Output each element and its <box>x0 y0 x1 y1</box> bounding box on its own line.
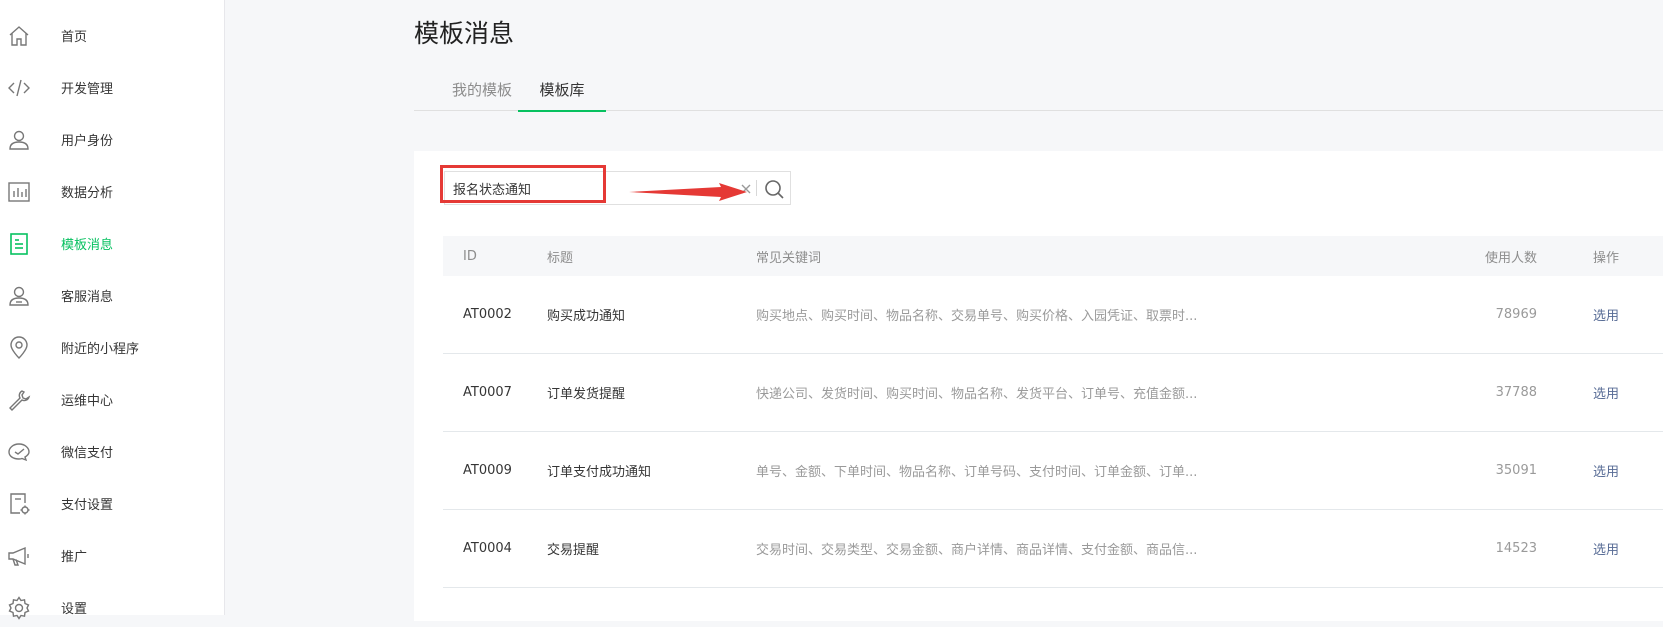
page-title: 模板消息 <box>414 19 515 48</box>
sidebar-item-label: 数据分析 <box>61 185 114 201</box>
row-usage-count: 37788 <box>1495 385 1537 400</box>
table-header: ID 标题 常见关键词 使用人数 操作 <box>443 236 1663 276</box>
sidebar-item-user-identity[interactable]: 用户身份 <box>0 119 225 159</box>
document-icon <box>6 231 32 257</box>
search-divider <box>756 180 757 196</box>
sidebar-item-label: 首页 <box>61 29 88 45</box>
home-icon <box>6 23 32 49</box>
row-title: 订单发货提醒 <box>547 387 626 402</box>
row-id: AT0009 <box>463 463 512 478</box>
customer-service-icon <box>6 283 32 309</box>
table-row: AT0004 交易提醒 交易时间、交易类型、交易金额、商户详情、商品详情、支付金… <box>443 510 1663 588</box>
row-id: AT0002 <box>463 307 512 322</box>
sidebar-item-payment-settings[interactable]: 支付设置 <box>0 483 225 523</box>
sidebar-item-nearby-miniprogram[interactable]: 附近的小程序 <box>0 327 225 367</box>
row-usage-count: 78969 <box>1495 307 1537 322</box>
row-title: 订单支付成功通知 <box>547 465 652 480</box>
sidebar-item-dev-management[interactable]: 开发管理 <box>0 67 225 107</box>
sidebar-item-label: 开发管理 <box>61 81 114 97</box>
select-button[interactable]: 选用 <box>1593 432 1619 509</box>
header-operation: 操作 <box>1593 250 1620 266</box>
template-table: ID 标题 常见关键词 使用人数 操作 AT0002 购买成功通知 购买地点、购… <box>443 236 1663 588</box>
sidebar-item-label: 设置 <box>61 601 88 617</box>
search-box <box>444 171 791 205</box>
sidebar-item-promotion[interactable]: 推广 <box>0 535 225 575</box>
wrench-icon <box>6 387 32 413</box>
sidebar-item-wechat-pay[interactable]: 微信支付 <box>0 431 225 471</box>
sidebar-item-home[interactable]: 首页 <box>0 15 225 55</box>
row-keywords: 交易时间、交易类型、交易金额、商户详情、商品详情、支付金额、商品信... <box>756 543 1198 558</box>
sidebar-item-customer-service[interactable]: 客服消息 <box>0 275 225 315</box>
row-usage-count: 35091 <box>1495 463 1537 478</box>
sidebar-item-settings[interactable]: 设置 <box>0 587 225 627</box>
sidebar-item-template-message[interactable]: 模板消息 <box>0 223 225 263</box>
sidebar-item-label: 运维中心 <box>61 393 114 409</box>
table-row: AT0009 订单支付成功通知 单号、金额、下单时间、物品名称、订单号码、支付时… <box>443 432 1663 510</box>
code-icon <box>6 75 32 101</box>
megaphone-icon <box>6 543 32 569</box>
row-keywords: 购买地点、购买时间、物品名称、交易单号、购买价格、入园凭证、取票时... <box>756 309 1198 324</box>
row-keywords: 快递公司、发货时间、购买时间、物品名称、发货平台、订单号、充值金额... <box>756 387 1198 402</box>
header-id: ID <box>463 248 477 264</box>
tab-template-library[interactable]: 模板库 <box>518 70 606 112</box>
row-title: 购买成功通知 <box>547 309 626 324</box>
gear-icon <box>6 595 32 621</box>
select-button[interactable]: 选用 <box>1593 354 1619 431</box>
search-input[interactable] <box>453 172 733 204</box>
location-pin-icon <box>6 335 32 361</box>
sidebar-item-ops-center[interactable]: 运维中心 <box>0 379 225 419</box>
sidebar-item-label: 客服消息 <box>61 289 114 305</box>
select-button[interactable]: 选用 <box>1593 510 1619 587</box>
user-icon <box>6 127 32 153</box>
clear-icon[interactable] <box>739 181 753 195</box>
row-keywords: 单号、金额、下单时间、物品名称、订单号码、支付时间、订单金额、订单... <box>756 465 1198 480</box>
table-row: AT0002 购买成功通知 购买地点、购买时间、物品名称、交易单号、购买价格、入… <box>443 276 1663 354</box>
payment-settings-icon <box>6 491 32 517</box>
search-icon[interactable] <box>763 178 785 200</box>
row-id: AT0007 <box>463 385 512 400</box>
row-usage-count: 14523 <box>1495 541 1537 556</box>
row-id: AT0004 <box>463 541 512 556</box>
sidebar-item-label: 附近的小程序 <box>61 341 140 357</box>
wechat-pay-icon <box>6 439 32 465</box>
sidebar-item-label: 模板消息 <box>61 237 114 253</box>
table-row: AT0007 订单发货提醒 快递公司、发货时间、购买时间、物品名称、发货平台、订… <box>443 354 1663 432</box>
sidebar-item-label: 微信支付 <box>61 445 114 461</box>
row-title: 交易提醒 <box>547 543 600 558</box>
bar-chart-icon <box>6 179 32 205</box>
sidebar-item-data-analysis[interactable]: 数据分析 <box>0 171 225 211</box>
template-library-panel: ID 标题 常见关键词 使用人数 操作 AT0002 购买成功通知 购买地点、购… <box>414 151 1663 621</box>
header-title: 标题 <box>547 250 574 266</box>
main-content: 模板消息 我的模板 模板库 ID 标题 常见关键词 使用人数 操作 <box>225 0 1663 621</box>
header-keywords: 常见关键词 <box>756 250 822 266</box>
tab-my-templates[interactable]: 我的模板 <box>434 70 530 110</box>
header-usage-count: 使用人数 <box>1484 250 1537 266</box>
tab-bar: 我的模板 模板库 <box>414 70 1663 112</box>
sidebar: 首页 开发管理 用户身份 数据分析 模板消息 客服消息 附近的小程序 运维中心 … <box>0 0 225 620</box>
sidebar-item-label: 用户身份 <box>61 133 114 149</box>
sidebar-item-label: 支付设置 <box>61 497 114 513</box>
sidebar-item-label: 推广 <box>61 549 88 565</box>
select-button[interactable]: 选用 <box>1593 276 1619 353</box>
